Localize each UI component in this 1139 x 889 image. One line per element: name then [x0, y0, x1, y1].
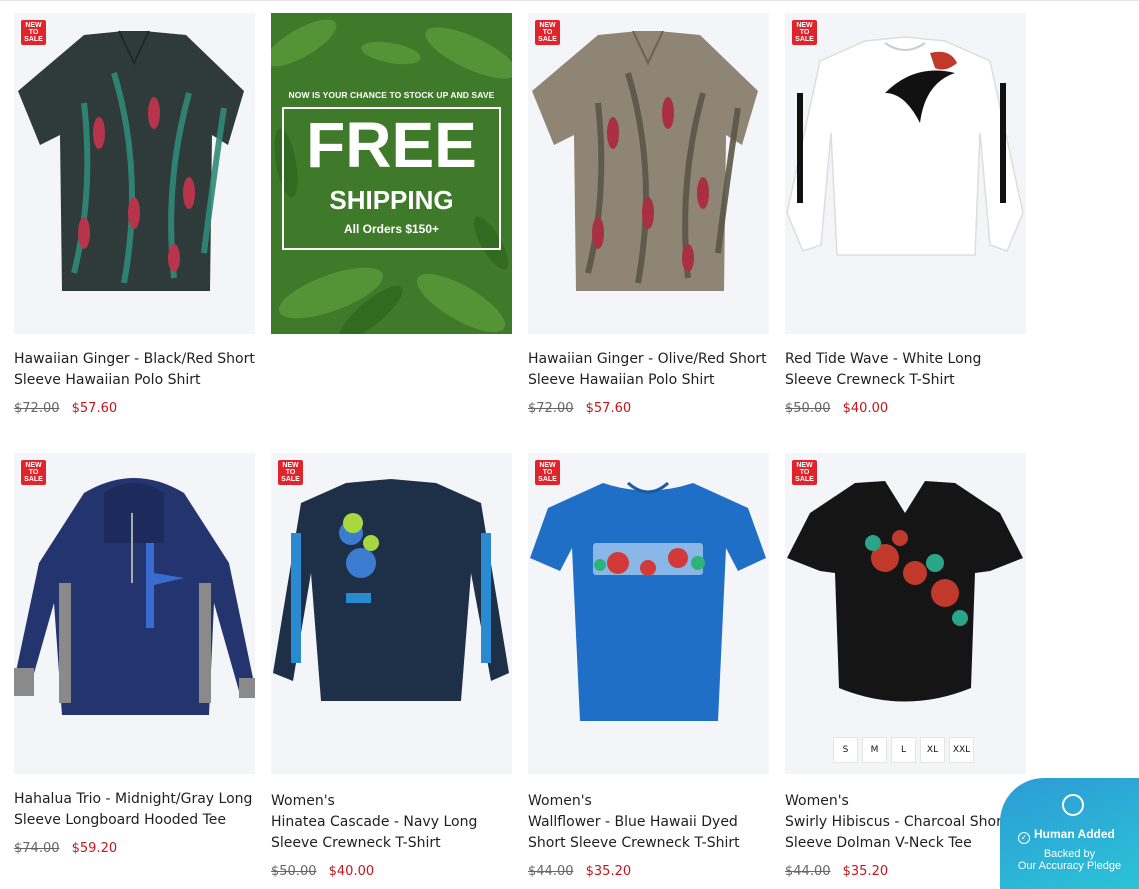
product-title[interactable]: Women's Wallflower - Blue Hawaii Dyed Sh… — [528, 791, 769, 854]
product-prices: $44.00 $35.20 — [785, 864, 888, 879]
product-title[interactable]: Hawaiian Ginger - Black/Red Short Sleeve… — [14, 349, 255, 391]
product-image[interactable]: NEW TO SALE — [271, 453, 512, 774]
product-prices: $50.00 $40.00 — [785, 401, 888, 416]
original-price: $50.00 — [785, 401, 831, 416]
size-option-l[interactable]: L — [891, 737, 916, 763]
product-prices: $44.00 $35.20 — [528, 864, 631, 879]
checkmark-icon: ✓ — [1018, 832, 1030, 844]
banner-subline: SHIPPING — [329, 185, 454, 215]
original-price: $44.00 — [785, 864, 831, 879]
product-prices: $72.00 $57.60 — [528, 401, 631, 416]
banner-note: All Orders $150+ — [343, 222, 440, 236]
size-option-s[interactable]: S — [833, 737, 858, 763]
accuracy-pledge-badge[interactable]: ✓ Human Added Backed by Our Accuracy Pled… — [1000, 778, 1139, 889]
product-image[interactable]: NEW TO SALE — [14, 13, 255, 334]
size-option-xl[interactable]: XL — [920, 737, 945, 763]
original-price: $72.00 — [528, 401, 574, 416]
home-icon — [1062, 794, 1084, 816]
new-to-sale-badge: NEW TO SALE — [21, 460, 46, 485]
new-to-sale-badge: NEW TO SALE — [792, 460, 817, 485]
pledge-text: Backed by Our Accuracy Pledge — [1017, 848, 1122, 872]
original-price: $72.00 — [14, 401, 60, 416]
sale-price: $40.00 — [842, 401, 889, 416]
sale-price: $57.60 — [71, 401, 118, 416]
pledge-title: ✓ Human Added — [1018, 827, 1115, 844]
size-option-xxl[interactable]: XXL — [949, 737, 974, 763]
product-category: Women's — [528, 793, 592, 809]
product-image[interactable]: NEW TO SALE — [528, 13, 769, 334]
original-price: $44.00 — [528, 864, 574, 879]
product-category: Women's — [271, 793, 335, 809]
product-image[interactable]: NEW TO SALE S M L XL XXL — [785, 453, 1026, 774]
sale-price: $40.00 — [328, 864, 375, 879]
sale-price: $59.20 — [71, 841, 118, 856]
product-image[interactable]: NEW TO SALE — [14, 453, 255, 774]
new-to-sale-badge: NEW TO SALE — [535, 460, 560, 485]
top-divider — [0, 0, 1139, 1]
product-title[interactable]: Red Tide Wave - White Long Sleeve Crewne… — [785, 349, 1026, 391]
sale-price: $35.20 — [842, 864, 889, 879]
new-to-sale-badge: NEW TO SALE — [535, 20, 560, 45]
product-title[interactable]: Hawaiian Ginger - Olive/Red Short Sleeve… — [528, 349, 769, 391]
size-option-m[interactable]: M — [862, 737, 887, 763]
product-title[interactable]: Women's Hinatea Cascade - Navy Long Slee… — [271, 791, 512, 854]
free-shipping-banner[interactable]: NOW IS YOUR CHANCE TO STOCK UP AND SAVE … — [271, 13, 512, 334]
original-price: $50.00 — [271, 864, 317, 879]
banner-headline: FREE — [306, 109, 477, 181]
product-prices: $72.00 $57.60 — [14, 401, 117, 416]
product-title[interactable]: Women's Swirly Hibiscus - Charcoal Short… — [785, 791, 1026, 854]
product-category: Women's — [785, 793, 849, 809]
new-to-sale-badge: NEW TO SALE — [278, 460, 303, 485]
product-prices: $50.00 $40.00 — [271, 864, 374, 879]
product-image[interactable]: NEW TO SALE — [785, 13, 1026, 334]
size-options: S M L XL XXL — [833, 737, 974, 763]
sale-price: $35.20 — [585, 864, 632, 879]
product-image[interactable]: NEW TO SALE — [528, 453, 769, 774]
product-prices: $74.00 $59.20 — [14, 841, 117, 856]
product-title[interactable]: Hahalua Trio - Midnight/Gray Long Sleeve… — [14, 789, 255, 831]
original-price: $74.00 — [14, 841, 60, 856]
banner-tagline: NOW IS YOUR CHANCE TO STOCK UP AND SAVE — [288, 90, 495, 100]
new-to-sale-badge: NEW TO SALE — [792, 20, 817, 45]
new-to-sale-badge: NEW TO SALE — [21, 20, 46, 45]
sale-price: $57.60 — [585, 401, 632, 416]
